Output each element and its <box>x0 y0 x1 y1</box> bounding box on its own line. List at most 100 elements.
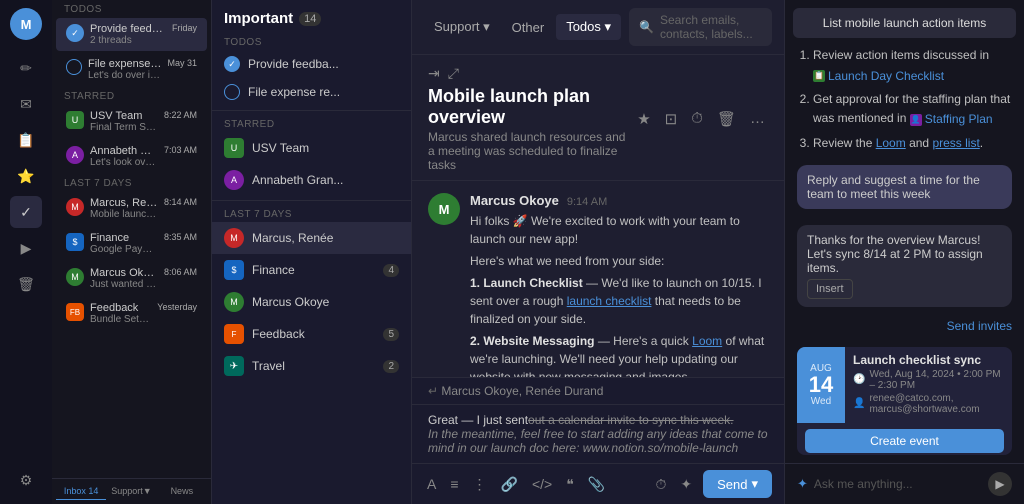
starred-usv[interactable]: U USV Team <box>212 132 411 164</box>
starred-icon[interactable]: ⭐ <box>10 160 42 192</box>
mini-item-feedback[interactable]: FB Feedback Bundle Settings Thoughts... … <box>56 297 207 330</box>
bullet-list-icon[interactable]: ≡ <box>447 473 461 495</box>
marcus-renee-text: Marcus, Renée <box>252 231 399 245</box>
clock-icon[interactable]: ⏱ <box>652 473 669 496</box>
mini-item-usv[interactable]: U USV Team Final Term Sheet 8:22 AM <box>56 105 207 138</box>
cal-title: Launch checklist sync <box>853 353 1004 367</box>
numbered-list-icon[interactable]: ⋮ <box>470 473 490 496</box>
feedback-text: Feedback <box>252 327 375 341</box>
mini-marcus-sub: Mobile launch plan overview <box>90 209 158 220</box>
tasks-icon[interactable]: 📋 <box>10 124 42 156</box>
cal-date: Aug 14 Wed <box>797 347 845 423</box>
calendar-card: Aug 14 Wed Launch checklist sync 🕑Wed, A… <box>797 347 1012 455</box>
todo-check-1 <box>224 56 240 72</box>
ai-bubble-right: Reply and suggest a time for the team to… <box>797 165 1012 209</box>
compose-text-main: Great — I just sent <box>428 413 528 427</box>
cal-actions: Create event Edit <box>797 423 1012 455</box>
create-event-button[interactable]: Create event <box>805 429 1004 453</box>
send-invites-link[interactable]: Send invites <box>947 319 1012 333</box>
support-tab[interactable]: Support▼ <box>106 483 156 500</box>
compose-text[interactable]: Great — I just sentout a calendar invite… <box>412 405 784 463</box>
search-icon: 🔍 <box>639 20 654 34</box>
loom-link-1[interactable]: Loom <box>692 334 722 348</box>
fullscreen-icon[interactable]: ⤢ <box>448 65 459 82</box>
compose-to-names: Marcus Okoye, Renée Durand <box>441 384 603 398</box>
mini-item-marcus-okoye[interactable]: M Marcus Okoye Just wanted to say kudos … <box>56 262 207 295</box>
thread-finance[interactable]: $ Finance 4 <box>212 254 411 286</box>
trash-icon[interactable]: 🗑 <box>10 268 42 300</box>
send-dropdown-icon[interactable]: ▾ <box>751 476 758 492</box>
tab-todos[interactable]: Todos ▾ <box>556 14 621 40</box>
launch-day-checklist-link[interactable]: 📋 Launch Day Checklist <box>813 67 944 81</box>
starred-annabeth[interactable]: A Annabeth Gran... <box>212 164 411 196</box>
thread-marcus-renee[interactable]: M Marcus, Renée <box>212 222 411 254</box>
ai-action-bar[interactable]: List mobile launch action items <box>793 8 1016 38</box>
thread-marcus-okoye[interactable]: M Marcus Okoye <box>212 286 411 318</box>
format-text-icon[interactable]: A <box>424 473 439 495</box>
okoye-text: Marcus Okoye <box>252 295 399 309</box>
send-icon[interactable]: ▶ <box>10 232 42 264</box>
delete-action[interactable]: 🗑 <box>714 107 739 131</box>
search-box[interactable]: 🔍 Search emails, contacts, labels... <box>629 8 772 46</box>
label-action[interactable]: ⊡ <box>662 107 681 131</box>
settings-icon[interactable]: ⚙ <box>10 464 42 496</box>
todo-provide-feedback[interactable]: Provide feedba... <box>212 50 411 78</box>
ai-send-button[interactable]: ▶ <box>988 472 1012 496</box>
thread-travel[interactable]: ✈ Travel 2 <box>212 350 411 382</box>
loom-link-right[interactable]: Loom <box>876 136 906 150</box>
mini-okoye-name: Marcus Okoye <box>90 267 158 279</box>
tab-other[interactable]: Other <box>502 14 555 40</box>
more-action[interactable]: … <box>747 107 768 131</box>
ai-bubble-right-text: Reply and suggest a time for the team to… <box>807 173 980 201</box>
star-action[interactable]: ★ <box>634 107 653 131</box>
todo-file-expense[interactable]: File expense re... <box>212 78 411 106</box>
ai-input-field[interactable] <box>814 477 982 491</box>
email-actions: ★ ⊡ ⏱ 🗑 … <box>634 107 768 131</box>
todo-text-2: File expense re... <box>248 85 399 99</box>
staffing-plan-link[interactable]: 👤 Staffing Plan <box>910 111 993 125</box>
compose-italic: In the meantime, feel free to start addi… <box>428 427 768 455</box>
attachment-icon[interactable]: 📎 <box>585 473 608 496</box>
code-icon[interactable]: </> <box>529 473 555 495</box>
lastdays-label: LAST 7 DAYS <box>212 205 411 222</box>
remind-action[interactable]: ⏱ <box>688 107 706 131</box>
link-icon[interactable]: 🔗 <box>498 473 521 496</box>
mini-item-sub: 2 threads <box>90 35 166 46</box>
compose-icon[interactable]: ✏ <box>10 52 42 84</box>
ai-sparkle-icon: ✦ <box>797 476 808 492</box>
person-icon-cal: 👤 <box>853 398 865 409</box>
ai-compose-icon[interactable]: ✦ <box>677 473 695 496</box>
quote-icon[interactable]: ❝ <box>563 473 577 496</box>
send-invites-area: Send invites <box>785 315 1024 339</box>
news-tab[interactable]: News <box>157 483 207 500</box>
mini-item-file-expense[interactable]: File expense report Let's do over it tog… <box>56 53 207 86</box>
mini-feedback-sub: Bundle Settings Thoughts... <box>90 314 151 325</box>
finance-text: Finance <box>252 263 375 277</box>
send-button[interactable]: Send ▾ <box>703 470 772 498</box>
inbox-icon[interactable]: ✉ <box>10 88 42 120</box>
mini-check-icon: ✓ <box>66 24 84 42</box>
tab-support[interactable]: Support ▾ <box>424 14 500 40</box>
email-subtitle: Marcus shared launch resources and a mee… <box>428 130 634 172</box>
mini-item-provide-feedback[interactable]: ✓ Provide feedback on PRD 2 threads Frid… <box>56 18 207 51</box>
ai-checklist: Review action items discussed in 📋 Launc… <box>785 46 1024 157</box>
user-avatar[interactable]: M <box>10 8 42 40</box>
mini-usv-name: USV Team <box>90 110 158 122</box>
compose-toolbar: A ≡ ⋮ 🔗 </> ❝ 📎 ⏱ ✦ Send ▾ <box>412 463 784 504</box>
sender-name-marcus: Marcus Okoye <box>470 193 559 208</box>
press-list-link[interactable]: press list <box>932 136 979 150</box>
mini-item-marcus-renee[interactable]: M Marcus, Renée, me Mobile launch plan o… <box>56 192 207 225</box>
mini-usv-time: 8:22 AM <box>164 110 197 120</box>
check-icon[interactable]: ✓ <box>10 196 42 228</box>
inbox-tab[interactable]: Inbox 14 <box>56 483 106 500</box>
mini-item-annabeth[interactable]: A Annabeth Grant Let's look over it toge… <box>56 140 207 173</box>
thread-feedback[interactable]: F Feedback 5 <box>212 318 411 350</box>
mini-item-finance[interactable]: $ Finance Google Payments Stripe 8:35 AM <box>56 227 207 260</box>
feedback-avatar: FB <box>66 303 84 321</box>
launch-checklist-link[interactable]: launch checklist <box>567 294 652 308</box>
nav-tabs: Support ▾ Other Todos ▾ <box>424 14 621 40</box>
ai-bubble-left: Thanks for the overview Marcus! Let's sy… <box>797 225 1012 307</box>
clock-icon-cal: 🕑 <box>853 374 865 385</box>
expand-icon[interactable]: ⇥ <box>428 65 440 82</box>
insert-button[interactable]: Insert <box>807 279 853 299</box>
